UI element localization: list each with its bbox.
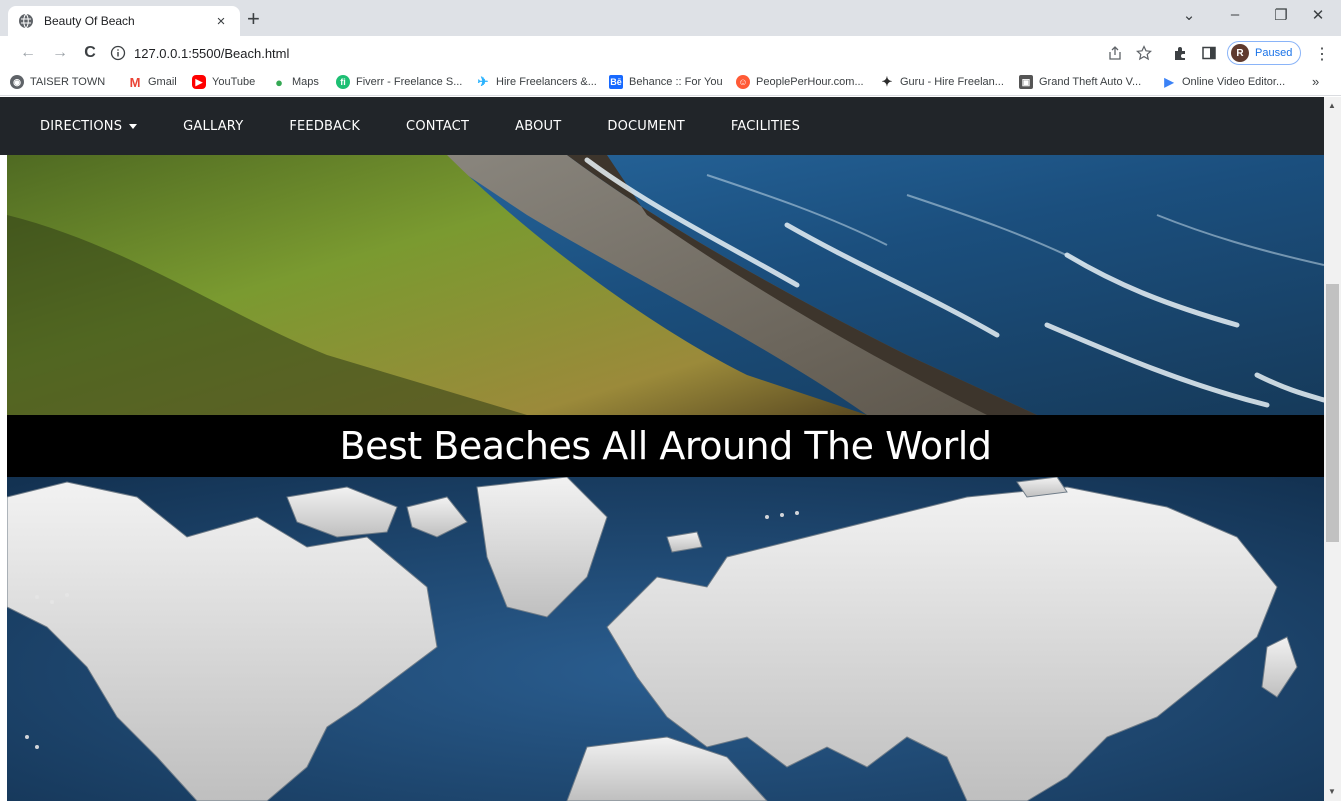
site-navbar: DIRECTIONS GALLARY FEEDBACK CONTACT ABOU… [0,97,1324,155]
tab-title: Beauty Of Beach [44,14,135,28]
caret-down-icon [129,123,138,129]
reload-button[interactable]: C [80,44,100,62]
freelancer-icon: ✈ [477,74,489,89]
back-button[interactable]: ← [18,44,38,62]
minimize-button[interactable]: – [1212,6,1258,23]
url-text: 127.0.0.1:5500/Beach.html [134,45,290,61]
scroll-up-icon[interactable]: ▲ [1328,101,1336,110]
page-viewport: DIRECTIONS GALLARY FEEDBACK CONTACT ABOU… [0,97,1341,801]
bookmark-item[interactable]: ✈ Hire Freelancers &... [476,74,597,89]
hero-image [7,155,1324,415]
page-title-banner: Best Beaches All Around The World [7,415,1324,477]
forward-button[interactable]: → [50,44,70,62]
extensions-icon[interactable] [1173,45,1189,61]
close-window-button[interactable]: ✕ [1295,6,1341,24]
youtube-icon: ▶ [192,75,206,89]
avatar: R [1231,44,1249,62]
bookmark-item[interactable]: M Gmail [128,74,177,90]
gta-icon: ▣ [1019,75,1033,89]
gmail-icon: M [129,74,141,90]
nav-directions[interactable]: DIRECTIONS [40,119,138,134]
globe-icon [19,13,33,29]
info-icon[interactable] [110,45,126,61]
page-title: Best Beaches All Around The World [339,424,992,468]
bookmark-item[interactable]: ▶ YouTube [192,75,255,89]
guru-icon: ✦ [881,74,893,89]
video-editor-icon: ▶ [1164,75,1174,89]
scroll-down-icon[interactable]: ▼ [1328,787,1336,796]
nav-facilities[interactable]: FACILITIES [731,119,800,134]
scroll-thumb[interactable] [1326,284,1339,542]
nav-feedback[interactable]: FEEDBACK [289,119,360,134]
bookmark-item[interactable]: ◉ TAISER TOWN [10,75,105,89]
tab-search-icon[interactable]: ⌄ [1166,6,1212,24]
bookmark-item[interactable]: ✦ Guru - Hire Freelan... [880,74,1004,89]
new-tab-button[interactable]: + [247,8,260,30]
nav-gallary[interactable]: GALLARY [183,119,243,134]
bookmark-item[interactable]: ☺ PeoplePerHour.com... [736,75,864,89]
globe-icon: ◉ [10,75,24,89]
tab-strip: Beauty Of Beach × + ⌄ – ❐ ✕ [0,0,1341,36]
tab-close-icon[interactable]: × [212,13,230,30]
bookmark-item[interactable]: ● Maps [272,74,319,90]
pph-icon: ☺ [736,75,750,89]
nav-contact[interactable]: CONTACT [406,119,469,134]
bookmarks-bar: ◉ TAISER TOWN M Gmail ▶ YouTube ● Maps fi Fiv… [0,70,1341,96]
bookmark-item[interactable]: Bē Behance :: For You [609,75,723,89]
behance-icon: Bē [609,75,623,89]
browser-tab[interactable]: Beauty Of Beach × [8,6,240,36]
star-icon[interactable] [1136,45,1152,61]
nav-document[interactable]: DOCUMENT [607,119,685,134]
world-map-image [7,477,1324,801]
browser-toolbar: ← → C 127.0.0.1:5500/Beach.html [0,36,1341,70]
profile-status: Paused [1255,47,1293,59]
share-icon[interactable] [1107,45,1123,61]
side-panel-icon[interactable] [1201,45,1217,61]
bookmarks-overflow-icon[interactable]: » [1312,74,1319,89]
maps-icon: ● [275,74,283,90]
page-scrollbar[interactable]: ▲ ▼ [1324,97,1341,801]
bookmark-item[interactable]: ▣ Grand Theft Auto V... [1019,75,1141,89]
fiverr-icon: fi [336,75,350,89]
menu-icon[interactable]: ⋮ [1314,44,1330,64]
profile-button[interactable]: R Paused [1227,41,1301,65]
bookmark-item[interactable]: ▶ Online Video Editor... [1162,75,1285,89]
address-bar[interactable]: 127.0.0.1:5500/Beach.html [110,40,1160,66]
nav-about[interactable]: ABOUT [515,119,561,134]
bookmark-item[interactable]: fi Fiverr - Freelance S... [336,75,462,89]
